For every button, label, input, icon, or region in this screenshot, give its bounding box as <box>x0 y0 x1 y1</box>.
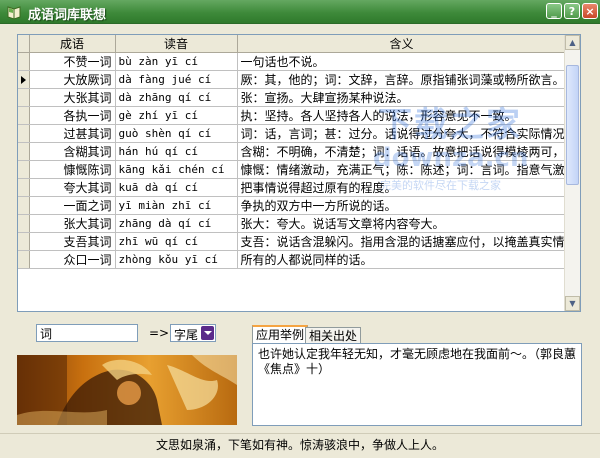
idiom-cell[interactable]: 大张其词 <box>29 88 116 107</box>
pinyin-cell[interactable]: yī miàn zhī cí <box>115 196 238 215</box>
banner-image <box>17 355 237 425</box>
idiom-cell[interactable]: 过甚其词 <box>29 124 116 143</box>
pinyin-cell[interactable]: bù zàn yī cí <box>115 52 238 71</box>
meaning-cell[interactable]: 支吾：说话含混躲闪。指用含混的话搪塞应付，以掩盖真实情况。 <box>237 232 567 251</box>
pinyin-cell[interactable]: hán hú qí cí <box>115 142 238 161</box>
table-row[interactable]: 一面之词 yī miàn zhī cí 争执的双方中一方所说的话。 <box>18 196 567 215</box>
minimize-button[interactable]: _ <box>546 3 562 19</box>
tab-source[interactable]: 相关出处 <box>305 327 362 343</box>
pinyin-cell[interactable]: kāng kǎi chén cí <box>115 160 238 179</box>
help-button[interactable]: ? <box>564 3 580 19</box>
idiom-cell[interactable]: 大放厥词 <box>29 70 116 89</box>
row-indicator <box>18 214 30 233</box>
pinyin-cell[interactable]: zhī wū qí cí <box>115 232 238 251</box>
table-row[interactable]: 张大其词 zhāng dà qí cí 张大：夸大。说话写文章将内容夸大。 <box>18 214 567 233</box>
vertical-scrollbar[interactable]: ▲ ▼ <box>564 35 580 311</box>
position-select-value: 字尾 <box>174 328 199 342</box>
position-select[interactable]: 字尾 <box>170 324 216 342</box>
header-pinyin[interactable]: 读音 <box>115 35 238 53</box>
pinyin-cell[interactable]: kuā dà qí cí <box>115 178 238 197</box>
book-icon <box>7 6 21 20</box>
row-indicator <box>18 106 30 125</box>
header-meaning[interactable]: 含义 <box>237 35 567 53</box>
pinyin-cell[interactable]: guò shèn qí cí <box>115 124 238 143</box>
idiom-cell[interactable]: 张大其词 <box>29 214 116 233</box>
idiom-cell[interactable]: 各执一词 <box>29 106 116 125</box>
row-indicator <box>18 160 30 179</box>
header-idiom[interactable]: 成语 <box>29 35 116 53</box>
row-indicator <box>18 250 30 269</box>
pinyin-cell[interactable]: zhāng dà qí cí <box>115 214 238 233</box>
pinyin-cell[interactable]: gè zhí yī cí <box>115 106 238 125</box>
idiom-table[interactable]: 成语 读音 含义 不赞一词 bù zàn yī cí 一句话也不说。 大放厥词 dà f… <box>17 34 581 312</box>
row-indicator <box>18 142 30 161</box>
pinyin-cell[interactable]: zhòng kǒu yī cí <box>115 250 238 269</box>
watermark-title: 下载之家 <box>378 105 522 145</box>
scroll-thumb[interactable] <box>566 65 579 185</box>
idiom-cell[interactable]: 慷慨陈词 <box>29 160 116 179</box>
header-indicator <box>18 35 30 53</box>
table-header-row: 成语 读音 含义 <box>18 35 567 53</box>
table-row[interactable]: 支吾其词 zhī wū qí cí 支吾：说话含混躲闪。指用含混的话搪塞应付，以掩盖… <box>18 232 567 251</box>
watermark-slogan: 完美的软件尽在下载之家 <box>380 179 501 192</box>
row-indicator <box>18 70 30 89</box>
search-word-input[interactable] <box>36 324 138 342</box>
close-button[interactable]: × <box>582 3 598 19</box>
meaning-cell[interactable]: 一句话也不说。 <box>237 52 567 71</box>
arrow-label: => <box>149 326 170 340</box>
banner-illustration <box>17 355 237 425</box>
idiom-cell[interactable]: 支吾其词 <box>29 232 116 251</box>
row-indicator <box>18 88 30 107</box>
pinyin-cell[interactable]: dà fàng jué cí <box>115 70 238 89</box>
idiom-cell[interactable]: 夸大其词 <box>29 178 116 197</box>
table-row[interactable]: 大放厥词 dà fàng jué cí 厥：其，他的；词：文辞，言辞。原指铺张词藻或… <box>18 70 567 89</box>
pinyin-cell[interactable]: dà zhāng qí cí <box>115 88 238 107</box>
title-bar: 成语词库联想 _ ? × <box>0 0 600 24</box>
scroll-up-icon[interactable]: ▲ <box>565 35 580 50</box>
row-indicator <box>18 124 30 143</box>
idiom-cell[interactable]: 一面之词 <box>29 196 116 215</box>
table-row[interactable]: 不赞一词 bù zàn yī cí 一句话也不说。 <box>18 52 567 71</box>
example-textbox[interactable]: 也许她认定我年轻无知，才毫无顾虑地在我面前～。（郭良蕙《焦点》十） <box>252 343 582 426</box>
meaning-cell[interactable]: 争执的双方中一方所说的话。 <box>237 196 567 215</box>
idiom-cell[interactable]: 含糊其词 <box>29 142 116 161</box>
idiom-cell[interactable]: 不赞一词 <box>29 52 116 71</box>
meaning-cell[interactable]: 所有的人都说同样的话。 <box>237 250 567 269</box>
current-row-arrow-icon <box>20 75 26 84</box>
idiom-cell[interactable]: 众口一词 <box>29 250 116 269</box>
row-indicator <box>18 52 30 71</box>
row-indicator <box>18 196 30 215</box>
row-indicator <box>18 232 30 251</box>
chevron-down-icon[interactable] <box>201 326 214 340</box>
watermark-domain: downza.cn <box>373 143 529 173</box>
meaning-cell[interactable]: 厥：其，他的；词：文辞，言辞。原指铺张词藻或畅所欲言。现用来指大 <box>237 70 567 89</box>
tab-usage-example[interactable]: 应用举例 <box>252 325 309 343</box>
status-bar: 文思如泉涌，下笔如有神。惊涛骇浪中，争做人上人。 <box>0 433 600 458</box>
table-row[interactable]: 众口一词 zhòng kǒu yī cí 所有的人都说同样的话。 <box>18 250 567 269</box>
meaning-cell[interactable]: 张大：夸大。说话写文章将内容夸大。 <box>237 214 567 233</box>
row-indicator <box>18 178 30 197</box>
scroll-down-icon[interactable]: ▼ <box>565 296 580 311</box>
window-title: 成语词库联想 <box>28 8 107 23</box>
